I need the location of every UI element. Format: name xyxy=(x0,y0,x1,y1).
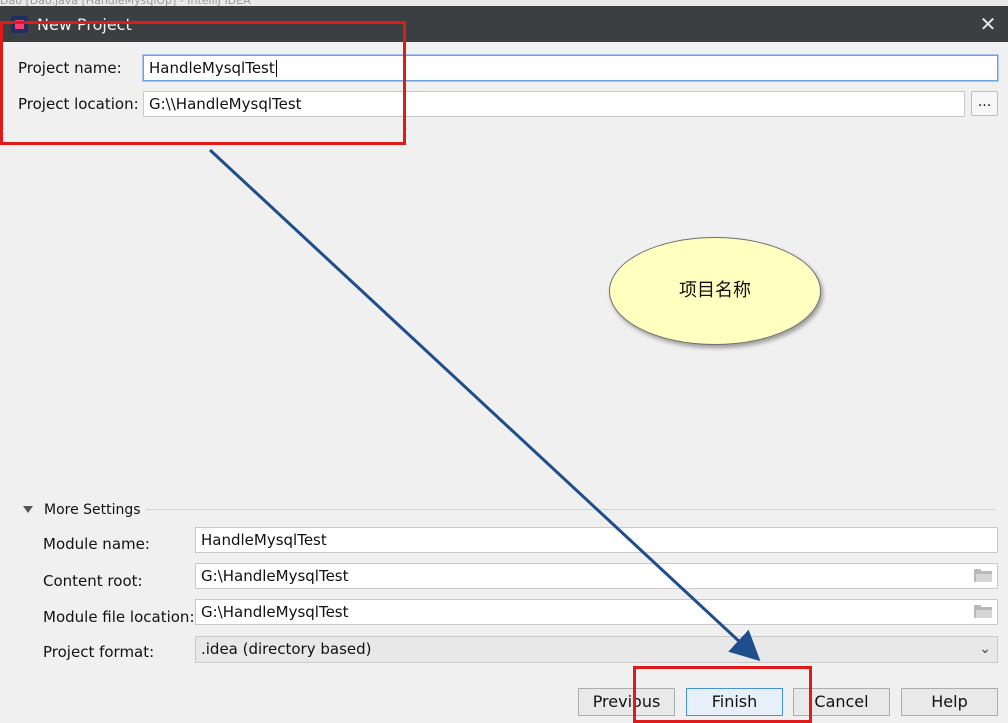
module-file-location-value: G:\HandleMysqlTest xyxy=(201,603,349,621)
collapse-triangle-icon[interactable] xyxy=(23,506,33,513)
folder-icon[interactable] xyxy=(974,569,992,582)
project-format-value: .idea (directory based) xyxy=(201,640,372,658)
module-name-input[interactable]: HandleMysqlTest xyxy=(195,527,998,553)
close-icon[interactable]: ✕ xyxy=(976,12,1000,36)
content-root-value: G:\HandleMysqlTest xyxy=(201,567,349,585)
highlight-box-finish xyxy=(633,666,812,723)
module-file-location-input[interactable]: G:\HandleMysqlTest xyxy=(195,599,998,625)
browse-location-button[interactable]: ... xyxy=(971,91,998,116)
help-button[interactable]: Help xyxy=(901,688,998,716)
content-root-input[interactable]: G:\HandleMysqlTest xyxy=(195,563,998,589)
highlight-box-project-fields xyxy=(0,21,406,145)
module-name-label: Module name: xyxy=(43,535,150,553)
project-format-label: Project format: xyxy=(43,643,155,661)
module-file-location-label: Module file location: xyxy=(43,608,195,626)
folder-icon[interactable] xyxy=(974,605,992,618)
chevron-down-icon: ⌄ xyxy=(979,641,991,657)
more-settings-toggle[interactable]: More Settings xyxy=(44,502,141,518)
callout-ellipse: 项目名称 xyxy=(609,237,821,345)
project-format-select[interactable]: .idea (directory based) ⌄ xyxy=(195,636,998,663)
content-root-label: Content root: xyxy=(43,572,143,590)
section-divider xyxy=(146,509,996,510)
